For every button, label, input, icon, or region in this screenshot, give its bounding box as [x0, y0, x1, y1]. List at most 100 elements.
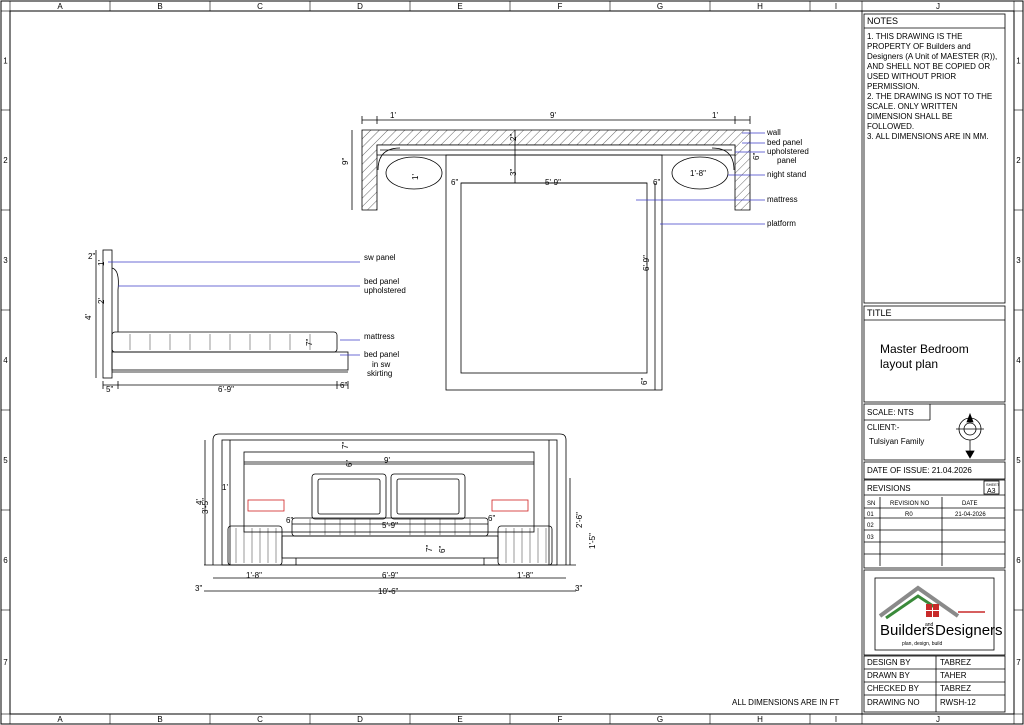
note-item: 2. THE DRAWING IS NOT TO THE SCALE. ONLY…	[867, 92, 993, 131]
dim-plan-wall-t: 6"	[752, 153, 761, 160]
dim-plan-left-wall: 1'	[390, 111, 396, 120]
notes-list: 1. THIS DRAWING IS THE PROPERTY OF Build…	[867, 32, 1001, 142]
dim-plan-right-ns: 1'-8"	[690, 169, 706, 178]
dim-plan-foot: 6"	[640, 378, 649, 385]
grid-row-label: 1	[3, 57, 8, 66]
footer-note: ALL DIMENSIONS ARE IN FT	[732, 698, 839, 707]
dim-elev-total-h: 3'-5"	[201, 498, 210, 514]
dim-elev-panel-w: 9'	[384, 456, 390, 465]
dim-side-top: 2"	[88, 252, 95, 261]
rev-row-1-sn: 01	[867, 512, 874, 518]
label-side-in-sw: in sw	[372, 360, 390, 369]
dim-plan-side-left: 6"	[451, 178, 458, 187]
label-upholstered: upholstered	[767, 147, 809, 156]
rev-row-1-date: 21-04-2026	[955, 512, 986, 518]
plan-view	[351, 116, 765, 391]
dim-elev-base-h: 6"	[438, 546, 447, 553]
sheet-size: A3	[987, 488, 996, 495]
label-wall: wall	[766, 128, 781, 137]
grid-row-label: 1	[1016, 57, 1021, 66]
side-view	[95, 249, 360, 389]
title-heading: TITLE	[867, 308, 892, 318]
client-label: CLIENT:-	[867, 423, 900, 432]
dim-elev-matt-h: 7"	[425, 545, 434, 552]
grid-row-label: 7	[3, 658, 8, 667]
client-name: Tulsiyan Family	[869, 437, 924, 446]
grid-col-label: J	[936, 715, 940, 724]
revisions-heading: REVISIONS	[867, 484, 911, 493]
dim-side-mattress-h: 7"	[305, 339, 314, 346]
bed-platform	[445, 154, 663, 391]
sheet-size-label: SHEET	[986, 482, 1000, 487]
dim-elev-right-end: 3"	[575, 584, 582, 593]
grid-col-label: D	[357, 715, 363, 724]
dim-plan-left-ns: 1'	[411, 174, 420, 180]
grid-col-label: F	[558, 715, 563, 724]
night-stand-left	[385, 156, 443, 190]
grid-col-label: D	[357, 2, 363, 11]
grid-col-label: I	[835, 715, 837, 724]
label-side-mattress: mattress	[364, 332, 395, 341]
dim-elev-total-w: 10'-6"	[378, 587, 399, 596]
grid-col-label: G	[657, 2, 663, 11]
label-side-skirting: skirting	[367, 369, 392, 378]
dim-side-panel-h: 2'	[97, 298, 106, 304]
design-by-label: DESIGN BY	[867, 658, 911, 667]
rev-row-1-no: R0	[905, 512, 913, 518]
label-mattress: mattress	[767, 195, 798, 204]
bed-mattress	[460, 182, 648, 374]
scale-text: SCALE: NTS	[867, 408, 914, 417]
dim-elev-ns-right-w: 1'-8"	[517, 571, 533, 580]
grid-col-label: C	[257, 2, 263, 11]
label-side-bed-panel: bed panel	[364, 277, 399, 286]
grid-row-label: 2	[1016, 156, 1021, 165]
dim-plan-length: 6'-9"	[642, 255, 651, 271]
rev-header-sn: SN	[867, 501, 875, 507]
notes-heading: NOTES	[867, 16, 898, 26]
drawn-by-label: DRAWN BY	[867, 671, 910, 680]
grid-col-label: A	[57, 2, 63, 11]
dim-elev-left-gap: 6"	[286, 516, 293, 525]
grid-row-label: 6	[3, 556, 8, 565]
label-bed-panel: bed panel	[767, 138, 802, 147]
grid-col-label: B	[157, 2, 162, 11]
label-platform: platform	[767, 219, 796, 228]
grid-row-label: 7	[1016, 658, 1021, 667]
drawing-no-value: RWSH-12	[940, 698, 976, 707]
checked-by-label: CHECKED BY	[867, 684, 920, 693]
checked-by-value: TABREZ	[940, 684, 971, 693]
label-night-stand: night stand	[767, 170, 806, 179]
drawing-no-label: DRAWING NO	[867, 698, 920, 707]
design-by-value: TABREZ	[940, 658, 971, 667]
label-side-bed-panel-2: bed panel	[364, 350, 399, 359]
drawing-title: Master Bedroom layout plan	[880, 342, 969, 371]
dim-side-total-h: 4'	[84, 314, 93, 320]
grid-col-label: H	[757, 2, 763, 11]
label-panel: panel	[777, 156, 797, 165]
grid-col-label: B	[157, 715, 162, 724]
grid-col-label: F	[558, 2, 563, 11]
rev-row-3-sn: 03	[867, 535, 874, 541]
grid-col-label: G	[657, 715, 663, 724]
dim-plan-width: 9'	[550, 111, 556, 120]
grid-col-label: C	[257, 715, 263, 724]
logo-text-designers: Designers	[935, 622, 1003, 639]
dim-elev-top2: 6"	[345, 460, 354, 467]
label-side-upholstered: upholstered	[364, 286, 406, 295]
grid-row-label: 5	[3, 456, 8, 465]
label-sw-panel: sw panel	[364, 253, 396, 262]
grid-row-label: 5	[1016, 456, 1021, 465]
dim-elev-ns-left-w: 1'-8"	[246, 571, 262, 580]
rev-row-2-sn: 02	[867, 523, 874, 529]
revision-table: SN REVISION NO DATE 01 R0 21-04-2026 02 …	[867, 501, 986, 541]
logo-text-and: and	[925, 622, 934, 628]
dim-elev-mattress-w: 5'-9"	[382, 521, 398, 530]
dim-elev-right-gap: 6"	[488, 514, 495, 523]
note-item: 1. THIS DRAWING IS THE PROPERTY OF Build…	[867, 32, 998, 91]
grid-col-label: J	[936, 2, 940, 11]
dim-side-top-v: 1'	[97, 260, 106, 266]
grid-row-label: 6	[1016, 556, 1021, 565]
grid-col-label: A	[57, 715, 63, 724]
date-of-issue: DATE OF ISSUE: 21.04.2026	[867, 466, 972, 475]
grid-row-label: 4	[1016, 356, 1021, 365]
